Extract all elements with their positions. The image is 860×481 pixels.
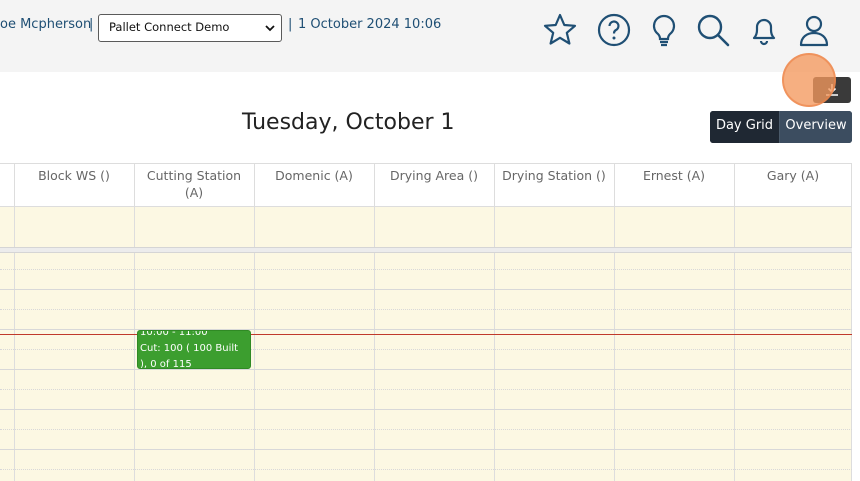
column-header-drying-area[interactable]: Drying Area () [374, 164, 494, 206]
column-header-cutting-station[interactable]: Cutting Station (A) [134, 164, 254, 206]
event-title: Cut: 100 ( 100 Built [140, 343, 239, 354]
search-icon[interactable] [693, 10, 733, 50]
top-bar: oe Mcpherson | Pallet Connect Demo | 1 O… [0, 0, 860, 72]
column-divider [851, 164, 852, 481]
column-divider [134, 164, 135, 481]
schedule-grid: Block WS () Cutting Station (A) Domenic (… [0, 163, 852, 481]
download-icon [826, 84, 838, 96]
time-slot-line [0, 349, 852, 350]
column-header-domenic[interactable]: Domenic (A) [254, 164, 374, 206]
column-header-block-ws[interactable]: Block WS () [14, 164, 134, 206]
time-slot-line [0, 309, 852, 310]
event-time: 10:00 - 11:00 [140, 330, 208, 338]
chevron-down-icon [265, 25, 275, 32]
column-divider [734, 164, 735, 481]
day-title: Tuesday, October 1 [242, 110, 455, 135]
current-datetime: 1 October 2024 10:06 [298, 17, 442, 32]
column-header-drying-station[interactable]: Drying Station () [494, 164, 614, 206]
user-icon[interactable] [794, 10, 834, 50]
view-toggle: Day Grid Overview [710, 111, 852, 143]
company-select[interactable]: Pallet Connect Demo [98, 14, 282, 42]
time-slot-line [0, 269, 852, 270]
lightbulb-icon[interactable] [644, 10, 684, 50]
time-slot-line [0, 289, 852, 290]
all-day-divider [0, 247, 852, 253]
column-divider [14, 164, 15, 481]
star-icon[interactable] [540, 10, 580, 50]
bell-icon[interactable] [744, 10, 784, 50]
event-details: ), 0 of 115 [140, 359, 192, 369]
help-icon[interactable] [594, 10, 634, 50]
schedule-event[interactable]: 10:00 - 11:00 Cut: 100 ( 100 Built ), 0 … [137, 330, 251, 369]
time-slot-line [0, 449, 852, 450]
column-header-gary[interactable]: Gary (A) [734, 164, 852, 206]
download-button[interactable] [813, 77, 851, 103]
company-select-value: Pallet Connect Demo [109, 20, 230, 34]
time-slot-line [0, 469, 852, 470]
current-time-indicator [0, 334, 852, 335]
time-slot-line [0, 329, 852, 330]
time-slot-line [0, 389, 852, 390]
column-divider [254, 164, 255, 481]
column-divider [614, 164, 615, 481]
separator: | [89, 17, 94, 32]
column-header-ernest[interactable]: Ernest (A) [614, 164, 734, 206]
separator: | [288, 17, 293, 32]
column-divider [374, 164, 375, 481]
schedule-header: Block WS () Cutting Station (A) Domenic (… [0, 164, 852, 207]
time-slot-line [0, 369, 852, 370]
column-divider [494, 164, 495, 481]
column-header [0, 164, 14, 206]
user-name[interactable]: oe Mcpherson [0, 17, 91, 32]
day-grid-button[interactable]: Day Grid [710, 111, 780, 143]
time-slot-line [0, 429, 852, 430]
time-slot-line [0, 409, 852, 410]
overview-button[interactable]: Overview [780, 111, 852, 143]
